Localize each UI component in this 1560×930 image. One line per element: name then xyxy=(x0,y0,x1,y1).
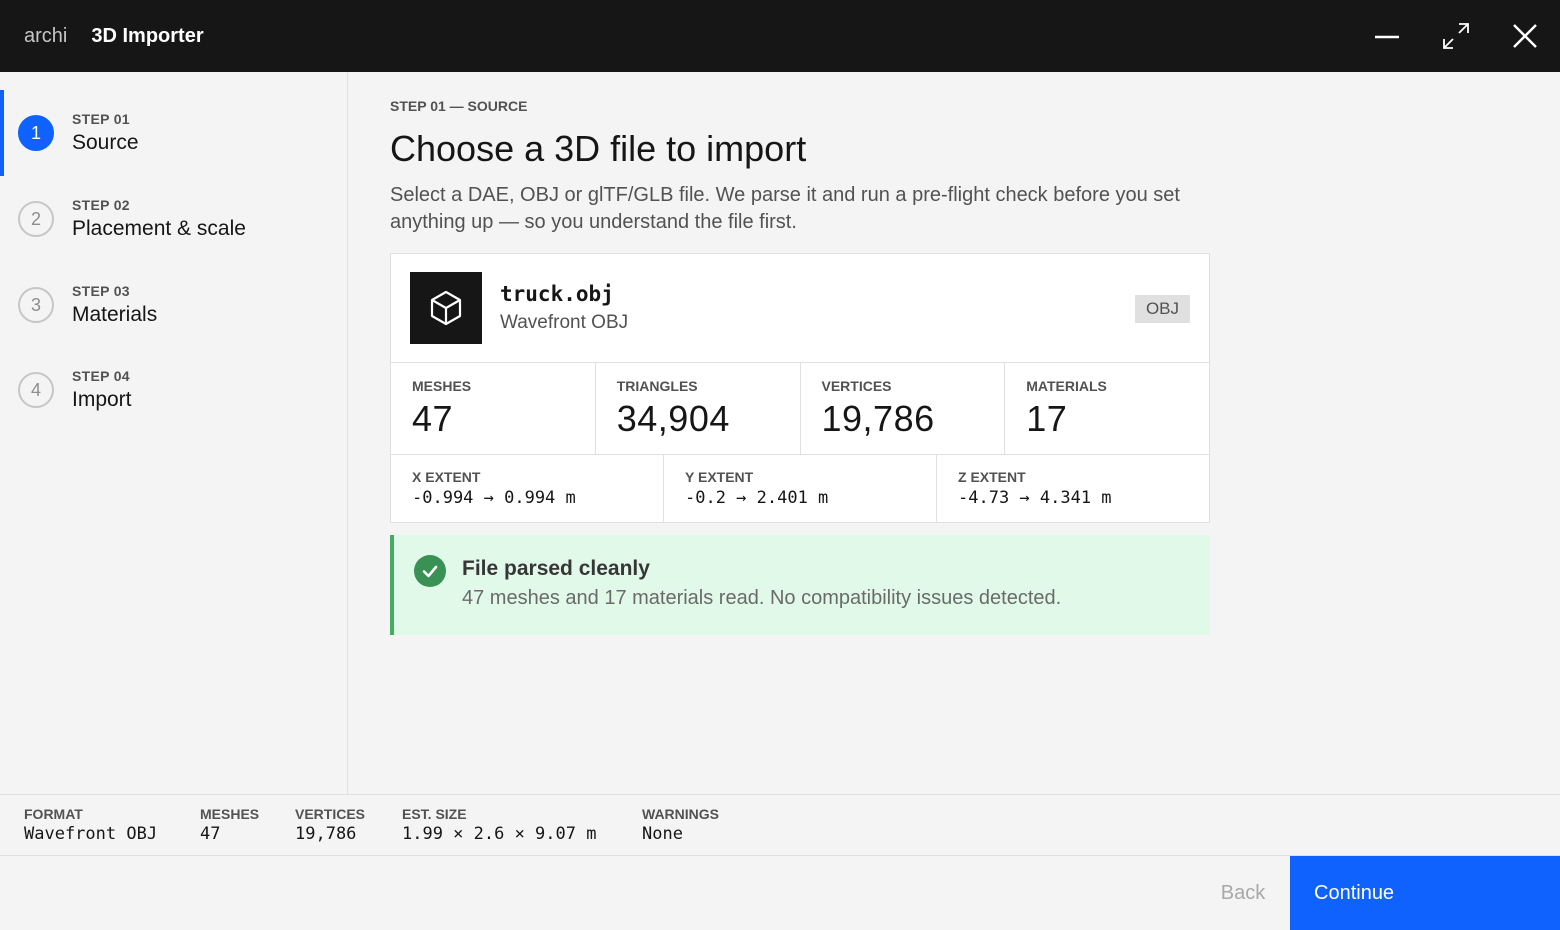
extent-y: Y EXTENT -0.2 → 2.401 m xyxy=(664,455,937,522)
maximize-icon xyxy=(1443,23,1469,49)
stat-label: VERTICES xyxy=(821,378,892,394)
summary-value: None xyxy=(642,824,683,844)
summary-format: FORMAT Wavefront OBJ xyxy=(24,806,157,844)
summary-value: 19,786 xyxy=(295,824,357,844)
summary-meshes: MESHES 47 xyxy=(200,806,259,844)
stat-value: 17 xyxy=(1026,398,1068,439)
format-tag: OBJ xyxy=(1134,295,1190,323)
close-icon xyxy=(1513,24,1537,48)
stat-value: 47 xyxy=(412,398,454,439)
file-type: Wavefront OBJ xyxy=(500,312,629,333)
summary-vertices: VERTICES 19,786 xyxy=(295,806,365,844)
maximize-button[interactable] xyxy=(1434,14,1478,58)
notification-body: 47 meshes and 17 materials read. No comp… xyxy=(462,587,1062,609)
step-number-badge: 1 xyxy=(18,115,54,151)
extent-value: -0.994 → 0.994 m xyxy=(412,488,576,508)
step-number-badge: 3 xyxy=(18,287,54,323)
extent-label: Y EXTENT xyxy=(685,469,754,485)
section-kicker: STEP 01 — SOURCE xyxy=(390,98,528,114)
file-name: truck.obj xyxy=(500,282,614,306)
summary-value: 47 xyxy=(200,824,221,844)
continue-button[interactable]: Continue xyxy=(1290,856,1560,930)
extents-row: X EXTENT -0.994 → 0.994 m Y EXTENT -0.2 … xyxy=(391,455,1209,522)
stat-label: TRIANGLES xyxy=(616,378,698,394)
summary-label: FORMAT xyxy=(24,806,83,822)
extent-z: Z EXTENT -4.73 → 4.341 m xyxy=(937,455,1209,522)
stat-materials: MATERIALS 17 xyxy=(1005,363,1209,454)
page-title: Choose a 3D file to import xyxy=(390,128,807,169)
footer-actions: Back Continue xyxy=(0,856,1560,930)
step-kicker: STEP 02 xyxy=(72,197,130,213)
step-label: Source xyxy=(72,131,139,154)
minimize-icon xyxy=(1375,35,1399,39)
check-circle-icon xyxy=(414,555,446,587)
extent-value: -4.73 → 4.341 m xyxy=(958,488,1112,508)
summary-warnings: WARNINGS None xyxy=(642,806,719,844)
summary-value: Wavefront OBJ xyxy=(24,824,158,844)
stat-triangles: TRIANGLES 34,904 xyxy=(596,363,801,454)
summary-est-size: EST. SIZE 1.99 × 2.6 × 9.07 m xyxy=(402,806,596,844)
extent-label: X EXTENT xyxy=(412,469,481,485)
summary-label: MESHES xyxy=(200,806,260,822)
summary-label: EST. SIZE xyxy=(402,806,467,822)
stat-label: MATERIALS xyxy=(1026,378,1107,394)
summary-value: 1.99 × 2.6 × 9.07 m xyxy=(402,824,597,844)
summary-bar: FORMAT Wavefront OBJ MESHES 47 VERTICES … xyxy=(0,794,1560,856)
title-bar: archi 3D Importer xyxy=(0,0,1560,72)
stat-meshes: MESHES 47 xyxy=(391,363,596,454)
step-kicker: STEP 01 xyxy=(72,111,130,127)
stat-value: 34,904 xyxy=(616,398,730,439)
minimize-button[interactable] xyxy=(1365,14,1409,58)
cube-icon xyxy=(410,272,482,344)
step-number-badge: 2 xyxy=(18,201,54,237)
file-summary-card: truck.obj Wavefront OBJ OBJ MESHES 47 TR… xyxy=(390,253,1210,523)
sidebar-step-placement[interactable]: 2 STEP 02 Placement & scale xyxy=(0,176,347,262)
step-kicker: STEP 03 xyxy=(72,283,130,299)
notification-title: File parsed cleanly xyxy=(462,557,650,580)
close-button[interactable] xyxy=(1503,14,1547,58)
step-label: Placement & scale xyxy=(72,217,246,240)
summary-label: WARNINGS xyxy=(642,806,719,822)
success-notification: File parsed cleanly 47 meshes and 17 mat… xyxy=(390,535,1210,635)
back-button[interactable]: Back xyxy=(1196,856,1290,930)
extent-label: Z EXTENT xyxy=(958,469,1026,485)
file-row: truck.obj Wavefront OBJ OBJ xyxy=(391,254,1209,363)
step-kicker: STEP 04 xyxy=(72,368,130,384)
step-label: Import xyxy=(72,388,132,411)
stat-label: MESHES xyxy=(412,378,472,394)
sidebar-step-source[interactable]: 1 STEP 01 Source xyxy=(0,90,347,176)
stats-row: MESHES 47 TRIANGLES 34,904 VERTICES 19,7… xyxy=(391,363,1209,455)
step-sidebar: 1 STEP 01 Source 2 STEP 02 Placement & s… xyxy=(0,72,348,794)
extent-value: -0.2 → 2.401 m xyxy=(685,488,829,508)
page-description: Select a DAE, OBJ or glTF/GLB file. We p… xyxy=(390,184,1180,233)
step-number-badge: 4 xyxy=(18,372,54,408)
sidebar-step-import[interactable]: 4 STEP 04 Import xyxy=(0,347,347,433)
sidebar-step-materials[interactable]: 3 STEP 03 Materials xyxy=(0,262,347,348)
app-title: 3D Importer xyxy=(91,24,204,47)
summary-label: VERTICES xyxy=(295,806,366,822)
step-label: Materials xyxy=(72,303,158,326)
stat-value: 19,786 xyxy=(821,398,935,439)
brand-name: archi xyxy=(24,24,68,47)
stat-vertices: VERTICES 19,786 xyxy=(801,363,1006,454)
extent-x: X EXTENT -0.994 → 0.994 m xyxy=(391,455,664,522)
